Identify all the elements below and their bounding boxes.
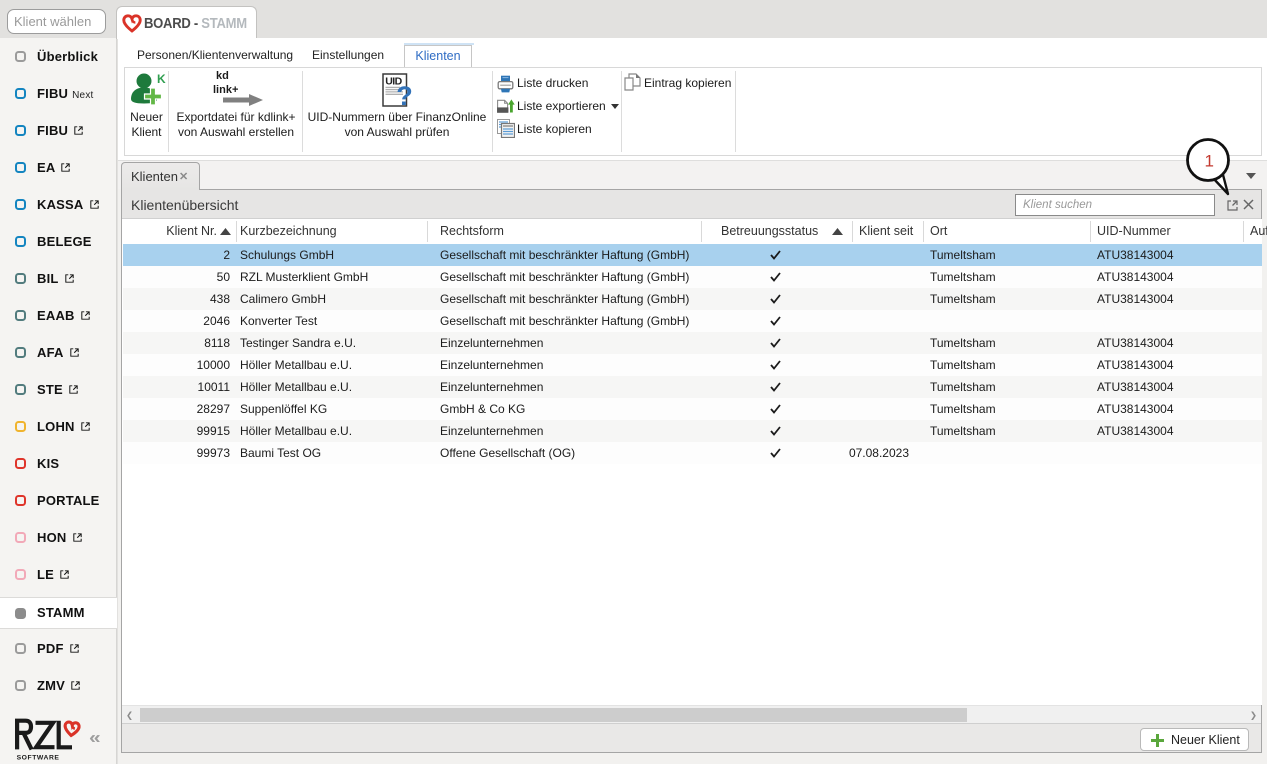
svg-text:SOFTWARE: SOFTWARE bbox=[17, 755, 60, 762]
svg-text:?: ? bbox=[396, 81, 413, 110]
svg-text:K: K bbox=[157, 72, 166, 86]
svg-text:1: 1 bbox=[1205, 152, 1214, 171]
